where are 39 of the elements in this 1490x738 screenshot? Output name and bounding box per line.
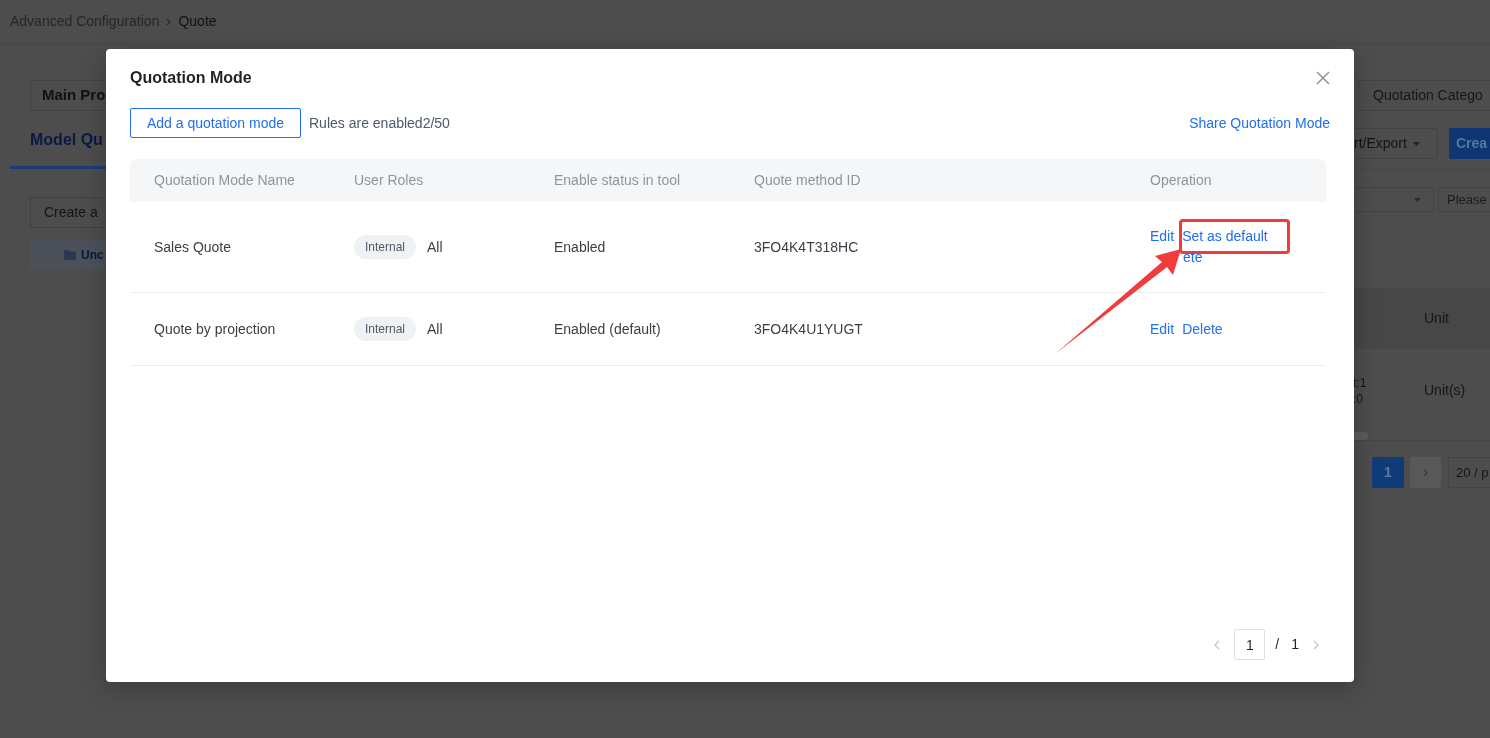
- tree-item[interactable]: Unc: [30, 240, 108, 270]
- chevron-icon: [166, 17, 172, 26]
- category-select[interactable]: Quotation Catego: [1358, 80, 1490, 111]
- action-link[interactable]: Edit: [1150, 320, 1175, 337]
- action-link[interactable]: Set as default: [1182, 228, 1268, 244]
- caret-icon: [1412, 141, 1420, 146]
- page-button[interactable]: 1: [1372, 457, 1404, 488]
- page-input[interactable]: 1: [1234, 629, 1266, 660]
- role-tag: Internal: [354, 317, 417, 341]
- table-cell-text: Unit(s): [1424, 381, 1466, 400]
- page-separator: /: [1275, 635, 1280, 654]
- folder-icon: [64, 250, 76, 260]
- share-link[interactable]: Share Quotation Mode: [1189, 112, 1330, 134]
- caret-icon: [1414, 197, 1421, 202]
- column-header: User Roles: [330, 159, 530, 202]
- column-header: Quote method ID: [730, 159, 1126, 202]
- column-header: Quotation Mode Name: [130, 159, 330, 202]
- close-icon[interactable]: [1316, 71, 1330, 85]
- table-cell: 3FO4K4U1YUGT: [754, 320, 863, 337]
- action-link[interactable]: Delete: [1182, 320, 1223, 337]
- table-cell: Quote by projection: [154, 320, 276, 337]
- rules-count-text: Rules are enabled2/50: [309, 113, 450, 133]
- breadcrumb-current: Quote: [178, 12, 217, 31]
- create-button[interactable]: Crea: [1449, 128, 1490, 159]
- chevron-icon: [1423, 468, 1428, 477]
- action-link[interactable]: ete: [1183, 249, 1203, 265]
- table-cell: Enabled: [554, 238, 606, 255]
- column-header: Operation: [1126, 159, 1326, 202]
- table-cell: 3FO4K4T318HC: [754, 238, 859, 255]
- role-label: All: [427, 238, 443, 255]
- action-link[interactable]: Edit: [1150, 228, 1175, 244]
- add-mode-button[interactable]: Add a quotation mode: [130, 108, 301, 138]
- role-label: All: [427, 320, 443, 337]
- dialog-title: Quotation Mode: [130, 68, 252, 88]
- table-cell: Enabled (default): [554, 320, 661, 337]
- column-header: Enable status in tool: [530, 159, 730, 202]
- role-tag: Internal: [354, 235, 417, 259]
- page-total: 1: [1291, 635, 1299, 654]
- table-cell: Sales Quote: [154, 238, 232, 255]
